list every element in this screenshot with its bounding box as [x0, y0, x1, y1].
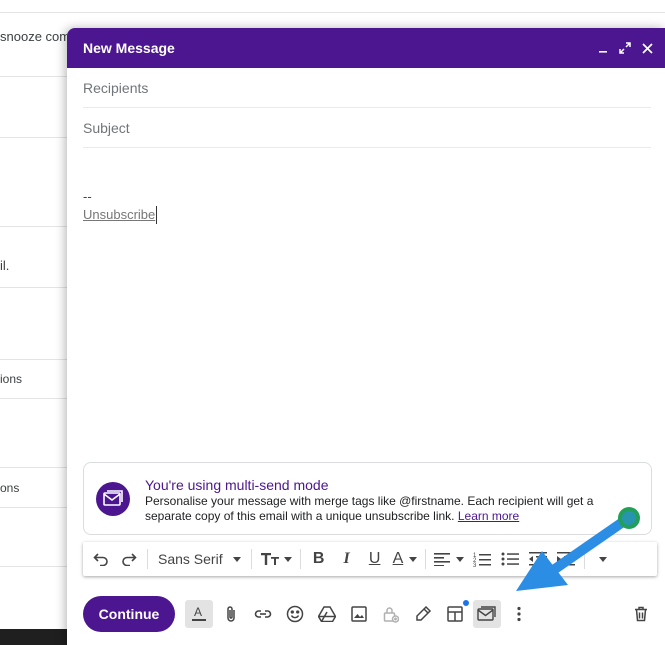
toolbar-divider [425, 549, 427, 569]
bg-row-snippet: ions [0, 372, 23, 386]
font-size-icon[interactable] [256, 545, 296, 573]
toolbar-divider [147, 549, 148, 569]
link-icon[interactable] [247, 598, 279, 630]
italic-icon[interactable]: I [333, 545, 361, 573]
compose-header: New Message [67, 28, 665, 68]
bg-row-snippet: ons [0, 481, 20, 495]
banner-title: You're using multi-send mode [145, 477, 329, 493]
close-icon[interactable] [639, 40, 655, 56]
chevron-down-icon [456, 556, 465, 562]
bold-icon[interactable]: B [305, 545, 333, 573]
bg-inbox-row[interactable] [0, 0, 665, 13]
compose-title: New Message [83, 40, 175, 56]
numbered-list-icon[interactable]: 123 [468, 545, 496, 573]
compose-header-icons [595, 40, 655, 56]
message-body[interactable]: -- Unsubscribe [83, 188, 158, 224]
signature-separator: -- [83, 189, 92, 204]
toolbar-divider [250, 549, 252, 569]
chevron-down-icon [283, 556, 292, 562]
subject-input[interactable] [83, 119, 651, 136]
chevron-down-icon [232, 556, 241, 562]
drive-icon[interactable] [311, 598, 343, 630]
toolbar-divider [299, 549, 301, 569]
multi-send-icon[interactable] [473, 600, 501, 628]
undo-icon[interactable] [87, 545, 115, 573]
multi-send-banner-icon [96, 482, 130, 516]
minimize-icon[interactable] [595, 40, 611, 56]
layouts-icon[interactable] [439, 598, 471, 630]
bg-row-snippet: snooze com [0, 29, 71, 44]
annotation-arrow [516, 507, 640, 591]
unsubscribe-link[interactable]: Unsubscribe [83, 206, 158, 224]
subject-field [83, 108, 651, 148]
confidential-icon[interactable] [375, 598, 407, 630]
bg-row-snippet: il. [0, 258, 10, 273]
recipients-field [83, 68, 651, 108]
underline-icon[interactable]: U [361, 545, 389, 573]
formatting-icon[interactable]: A [185, 600, 213, 628]
bg-dark-strip [0, 629, 67, 645]
expand-icon[interactable] [617, 40, 633, 56]
chevron-down-icon [409, 556, 418, 562]
text-color-icon[interactable]: A [389, 545, 422, 573]
signature-icon[interactable] [407, 598, 439, 630]
photo-icon[interactable] [343, 598, 375, 630]
continue-button[interactable]: Continue [83, 596, 175, 632]
emoji-icon[interactable] [279, 598, 311, 630]
font-family-value: Sans Serif [158, 551, 223, 567]
svg-text:A: A [194, 605, 202, 619]
font-family-select[interactable]: Sans Serif [152, 551, 247, 567]
recipients-input[interactable] [83, 79, 651, 96]
notification-dot [463, 600, 469, 606]
redo-icon[interactable] [115, 545, 143, 573]
svg-text:3: 3 [473, 563, 477, 567]
attach-icon[interactable] [215, 598, 247, 630]
align-icon[interactable] [430, 545, 468, 573]
